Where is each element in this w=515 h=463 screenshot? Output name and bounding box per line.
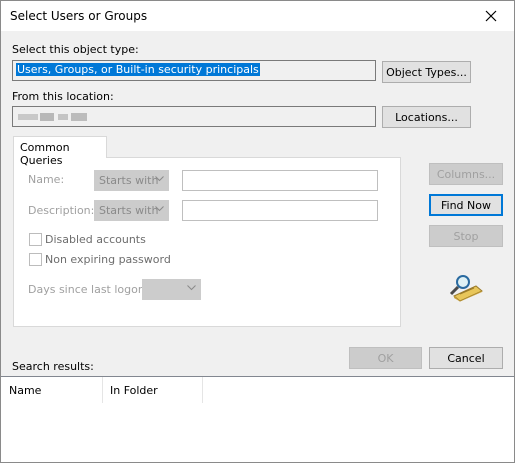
name-mode-select[interactable]: Starts with xyxy=(94,170,169,191)
name-mode-value: Starts with xyxy=(99,174,159,187)
description-label: Description: xyxy=(28,204,95,217)
days-since-logon-select[interactable] xyxy=(142,279,201,300)
cancel-button[interactable]: Cancel xyxy=(429,347,503,369)
tab-common-queries[interactable]: Common Queries xyxy=(13,136,107,167)
non-expiring-password-label: Non expiring password xyxy=(45,253,171,266)
column-divider xyxy=(202,377,203,403)
redacted-location-blur xyxy=(18,113,87,121)
description-mode-select[interactable]: Starts with xyxy=(94,200,169,221)
disabled-accounts-checkbox[interactable] xyxy=(29,233,42,246)
description-input[interactable] xyxy=(182,200,378,221)
close-button[interactable] xyxy=(468,1,514,31)
search-results-label: Search results: xyxy=(12,360,94,373)
column-header-in-folder[interactable]: In Folder xyxy=(102,377,202,403)
object-type-value: Users, Groups, or Built-in security prin… xyxy=(16,63,260,76)
search-results-list[interactable]: Name In Folder xyxy=(1,376,514,462)
ok-button[interactable]: OK xyxy=(349,347,422,369)
disabled-accounts-label: Disabled accounts xyxy=(45,233,146,246)
location-field xyxy=(12,106,376,127)
location-label: From this location: xyxy=(12,90,114,103)
chevron-down-icon xyxy=(155,206,164,212)
chevron-down-icon xyxy=(187,285,196,291)
find-now-button[interactable]: Find Now xyxy=(429,194,503,216)
object-type-label: Select this object type: xyxy=(12,43,139,56)
non-expiring-password-checkbox[interactable] xyxy=(29,253,42,266)
column-header-name[interactable]: Name xyxy=(1,377,102,403)
select-users-dialog: Select Users or Groups Select this objec… xyxy=(0,0,515,463)
common-queries-panel: Name: Starts with Description: Starts wi… xyxy=(13,157,401,327)
description-mode-value: Starts with xyxy=(99,204,159,217)
close-icon xyxy=(485,10,497,22)
name-label: Name: xyxy=(28,173,65,186)
name-input[interactable] xyxy=(182,170,378,191)
object-type-field: Users, Groups, or Built-in security prin… xyxy=(12,60,376,81)
columns-button[interactable]: Columns... xyxy=(429,163,503,185)
search-magnifier-icon xyxy=(449,275,483,302)
object-types-button[interactable]: Object Types... xyxy=(382,61,471,83)
days-since-logon-label: Days since last logon: xyxy=(28,283,149,296)
chevron-down-icon xyxy=(155,176,164,182)
title-bar: Select Users or Groups xyxy=(1,1,514,31)
window-title: Select Users or Groups xyxy=(10,9,148,23)
locations-button[interactable]: Locations... xyxy=(382,106,471,128)
stop-button[interactable]: Stop xyxy=(429,225,503,247)
